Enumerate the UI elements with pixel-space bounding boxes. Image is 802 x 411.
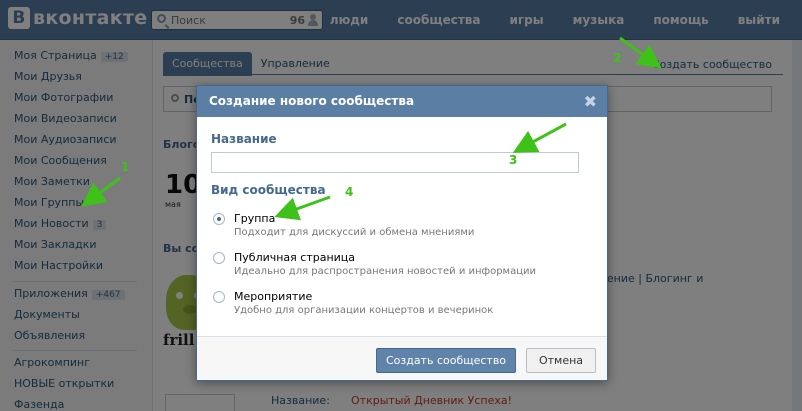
radio-public-page[interactable] [213,252,225,264]
annotation-number-2: 2 [613,51,622,65]
annotation-number-4: 4 [345,185,354,199]
annotation-number-3: 3 [509,153,518,167]
option-description: Подходит для дискуссий и обмена мнениями [234,227,475,238]
option-description: Удобно для организации концертов и вечер… [234,305,494,316]
create-community-button[interactable]: Создать сообщество [376,348,516,373]
close-icon[interactable]: ✖ [584,92,597,111]
option-title[interactable]: Мероприятие [234,290,312,303]
dialog-header: Создание нового сообщества ✖ [197,86,607,117]
radio-group[interactable] [213,213,225,225]
dialog-footer: Создать сообщество Отмена [197,336,607,380]
community-name-input[interactable] [211,152,579,173]
option-title[interactable]: Группа [234,212,275,225]
dialog-title: Создание нового сообщества [209,94,415,108]
name-label: Название [211,132,277,146]
create-community-dialog: Создание нового сообщества ✖ Название Ви… [196,85,608,381]
option-description: Идеально для распространения новостей и … [234,266,537,277]
radio-event[interactable] [213,291,225,303]
community-type-label: Вид сообщества [211,183,326,197]
cancel-button[interactable]: Отмена [526,348,596,373]
option-title[interactable]: Публичная страница [234,251,355,264]
annotation-number-1: 1 [121,160,130,174]
